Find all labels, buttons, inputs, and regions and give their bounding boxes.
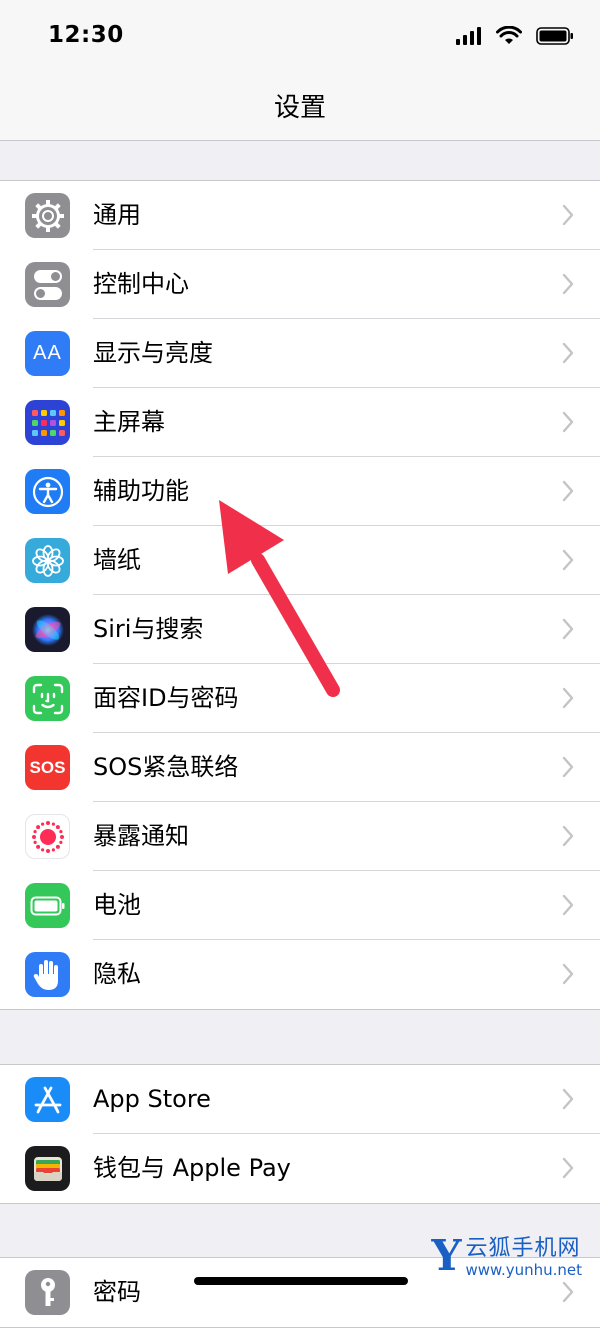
key-icon: [25, 1270, 70, 1315]
settings-item-label: SOS紧急联络: [93, 753, 239, 781]
chevron-right-icon: [562, 411, 574, 433]
chevron-right-icon: [562, 549, 574, 571]
settings-item-label: 隐私: [93, 960, 141, 988]
battery-icon: [25, 883, 70, 928]
navigation-bar: 设置: [0, 70, 600, 141]
watermark-letter: Y: [431, 1231, 462, 1280]
text-size-glyph: AA: [33, 342, 62, 364]
gear-icon: [25, 193, 70, 238]
settings-item-label: 主屏幕: [93, 408, 165, 436]
settings-item-label: 暴露通知: [93, 822, 189, 850]
settings-item-label: 控制中心: [93, 270, 189, 298]
settings-item-label: 辅助功能: [93, 477, 189, 505]
settings-item-label: 显示与亮度: [93, 339, 213, 367]
settings-item-accessibility[interactable]: 辅助功能: [0, 457, 600, 526]
app-store-icon: [25, 1077, 70, 1122]
settings-item-wallet-apple-pay[interactable]: 钱包与 Apple Pay: [0, 1134, 600, 1203]
settings-item-label: 面容ID与密码: [93, 684, 239, 712]
cellular-signal-icon: [456, 26, 481, 45]
hand-icon: [25, 952, 70, 997]
chevron-right-icon: [562, 687, 574, 709]
toggles-icon: [25, 262, 70, 307]
settings-item-exposure-notifications[interactable]: 暴露通知: [0, 802, 600, 871]
wifi-icon: [496, 26, 522, 44]
settings-item-privacy[interactable]: 隐私: [0, 940, 600, 1009]
settings-group-1: 通用 控制中心 AA 显示与亮度 主屏幕 辅助功能 墙纸 Siri与搜索 面容I…: [0, 180, 600, 1010]
settings-item-wallpaper[interactable]: 墙纸: [0, 526, 600, 595]
siri-icon: [25, 607, 70, 652]
exposure-icon: [25, 814, 70, 859]
face-id-icon: [25, 676, 70, 721]
battery-status-icon: [536, 26, 573, 45]
chevron-right-icon: [562, 894, 574, 916]
settings-item-app-store[interactable]: App Store: [0, 1065, 600, 1134]
flower-icon: [25, 538, 70, 583]
status-icons: [456, 26, 574, 45]
settings-item-display-brightness[interactable]: AA 显示与亮度: [0, 319, 600, 388]
chevron-right-icon: [562, 756, 574, 778]
sos-icon: SOS: [25, 745, 70, 790]
chevron-right-icon: [562, 1281, 574, 1303]
app-grid-icon: [25, 400, 70, 445]
text-size-icon: AA: [25, 331, 70, 376]
chevron-right-icon: [562, 342, 574, 364]
watermark-title: 云狐手机网: [465, 1236, 581, 1261]
settings-item-label: Siri与搜索: [93, 615, 204, 643]
chevron-right-icon: [562, 273, 574, 295]
watermark-url: www.yunhu.net: [465, 1261, 582, 1279]
settings-item-control-center[interactable]: 控制中心: [0, 250, 600, 319]
settings-item-label: 钱包与 Apple Pay: [93, 1154, 291, 1182]
sos-glyph: SOS: [29, 757, 66, 777]
settings-item-label: 墙纸: [93, 546, 141, 574]
wallet-icon: [25, 1146, 70, 1191]
settings-item-home-screen[interactable]: 主屏幕: [0, 388, 600, 457]
settings-item-label: 电池: [93, 891, 141, 919]
status-time: 12:30: [48, 22, 124, 48]
chevron-right-icon: [562, 204, 574, 226]
chevron-right-icon: [562, 825, 574, 847]
settings-item-battery[interactable]: 电池: [0, 871, 600, 940]
watermark-logo: Y 云狐手机网 www.yunhu.net: [431, 1231, 582, 1280]
home-indicator: [194, 1277, 408, 1285]
settings-item-label: 通用: [93, 201, 141, 229]
settings-group-2: App Store 钱包与 Apple Pay: [0, 1064, 600, 1204]
chevron-right-icon: [562, 963, 574, 985]
chevron-right-icon: [562, 1088, 574, 1110]
chevron-right-icon: [562, 1157, 574, 1179]
status-bar: 12:30: [0, 0, 600, 70]
settings-item-label: 密码: [93, 1278, 141, 1306]
chevron-right-icon: [562, 480, 574, 502]
settings-item-emergency-sos[interactable]: SOS SOS紧急联络: [0, 733, 600, 802]
settings-item-label: App Store: [93, 1085, 211, 1113]
accessibility-icon: [25, 469, 70, 514]
page-title: 设置: [273, 92, 326, 123]
settings-item-face-id-passcode[interactable]: 面容ID与密码: [0, 664, 600, 733]
settings-item-general[interactable]: 通用: [0, 181, 600, 250]
settings-item-siri-search[interactable]: Siri与搜索: [0, 595, 600, 664]
chevron-right-icon: [562, 618, 574, 640]
